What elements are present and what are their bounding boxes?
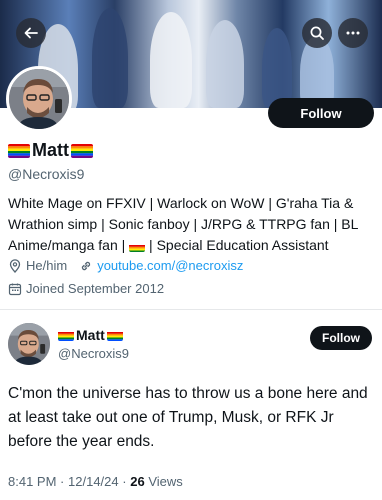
rainbow-flag-icon (106, 330, 123, 341)
banner-art (92, 8, 128, 108)
tweet-avatar[interactable] (8, 323, 50, 365)
joined-item: Joined September 2012 (8, 281, 164, 296)
tweet-time[interactable]: 8:41 PM (8, 474, 56, 489)
bio-text: | Special Education Assistant (149, 237, 329, 253)
profile-bio: White Mage on FFXIV | Warlock on WoW | G… (8, 193, 374, 256)
tweet-date[interactable]: 12/14/24 (68, 474, 119, 489)
follow-button[interactable]: Follow (268, 98, 374, 128)
tweet-text: C'mon the universe has to throw us a bon… (8, 385, 368, 450)
link-icon (82, 261, 91, 270)
tweet-meta: 8:41 PM · 12/14/24 · 26 Views (8, 474, 183, 489)
location-pin-icon (9, 258, 21, 273)
banner-art (262, 28, 292, 108)
profile-handle: @Necroxis9 (8, 166, 85, 182)
search-icon (310, 26, 324, 40)
tweet-author-row[interactable]: Matt (58, 327, 123, 343)
tweet-author-handle[interactable]: @Necroxis9 (58, 346, 129, 361)
pronouns-text: He/him (26, 258, 68, 273)
more-button[interactable] (338, 18, 368, 48)
meta-separator: · (122, 474, 127, 489)
calendar-icon (8, 283, 22, 295)
website-link[interactable]: youtube.com/@necroxisz (97, 258, 243, 273)
rainbow-flag-icon (71, 143, 93, 158)
avatar-photo (8, 323, 50, 365)
joined-text: Joined September 2012 (26, 281, 165, 296)
banner-art (150, 12, 192, 108)
search-button[interactable] (302, 18, 332, 48)
arrow-left-icon (24, 27, 38, 39)
more-horizontal-icon (346, 31, 360, 35)
rainbow-flag-icon (8, 143, 30, 158)
rainbow-flag-icon (58, 330, 74, 341)
joined-row: Joined September 2012 (8, 281, 176, 296)
avatar-photo (9, 69, 69, 129)
views-count: 26 (130, 474, 145, 489)
profile-name-row: Matt (8, 140, 93, 161)
views-label: Views (148, 474, 183, 489)
profile-avatar[interactable] (6, 66, 72, 132)
rainbow-flag-icon (129, 241, 146, 252)
profile-name: Matt (32, 140, 69, 160)
profile-meta-row: He/him youtube.com/@necroxisz (8, 258, 255, 273)
tweet-author-name[interactable]: Matt (76, 327, 105, 343)
website-item[interactable]: youtube.com/@necroxisz (79, 258, 243, 273)
section-divider (0, 309, 382, 310)
banner-art (206, 20, 244, 108)
pronouns-item: He/him (8, 258, 67, 273)
meta-separator: · (60, 474, 65, 489)
back-button[interactable] (16, 18, 46, 48)
tweet-follow-button[interactable]: Follow (310, 326, 372, 350)
